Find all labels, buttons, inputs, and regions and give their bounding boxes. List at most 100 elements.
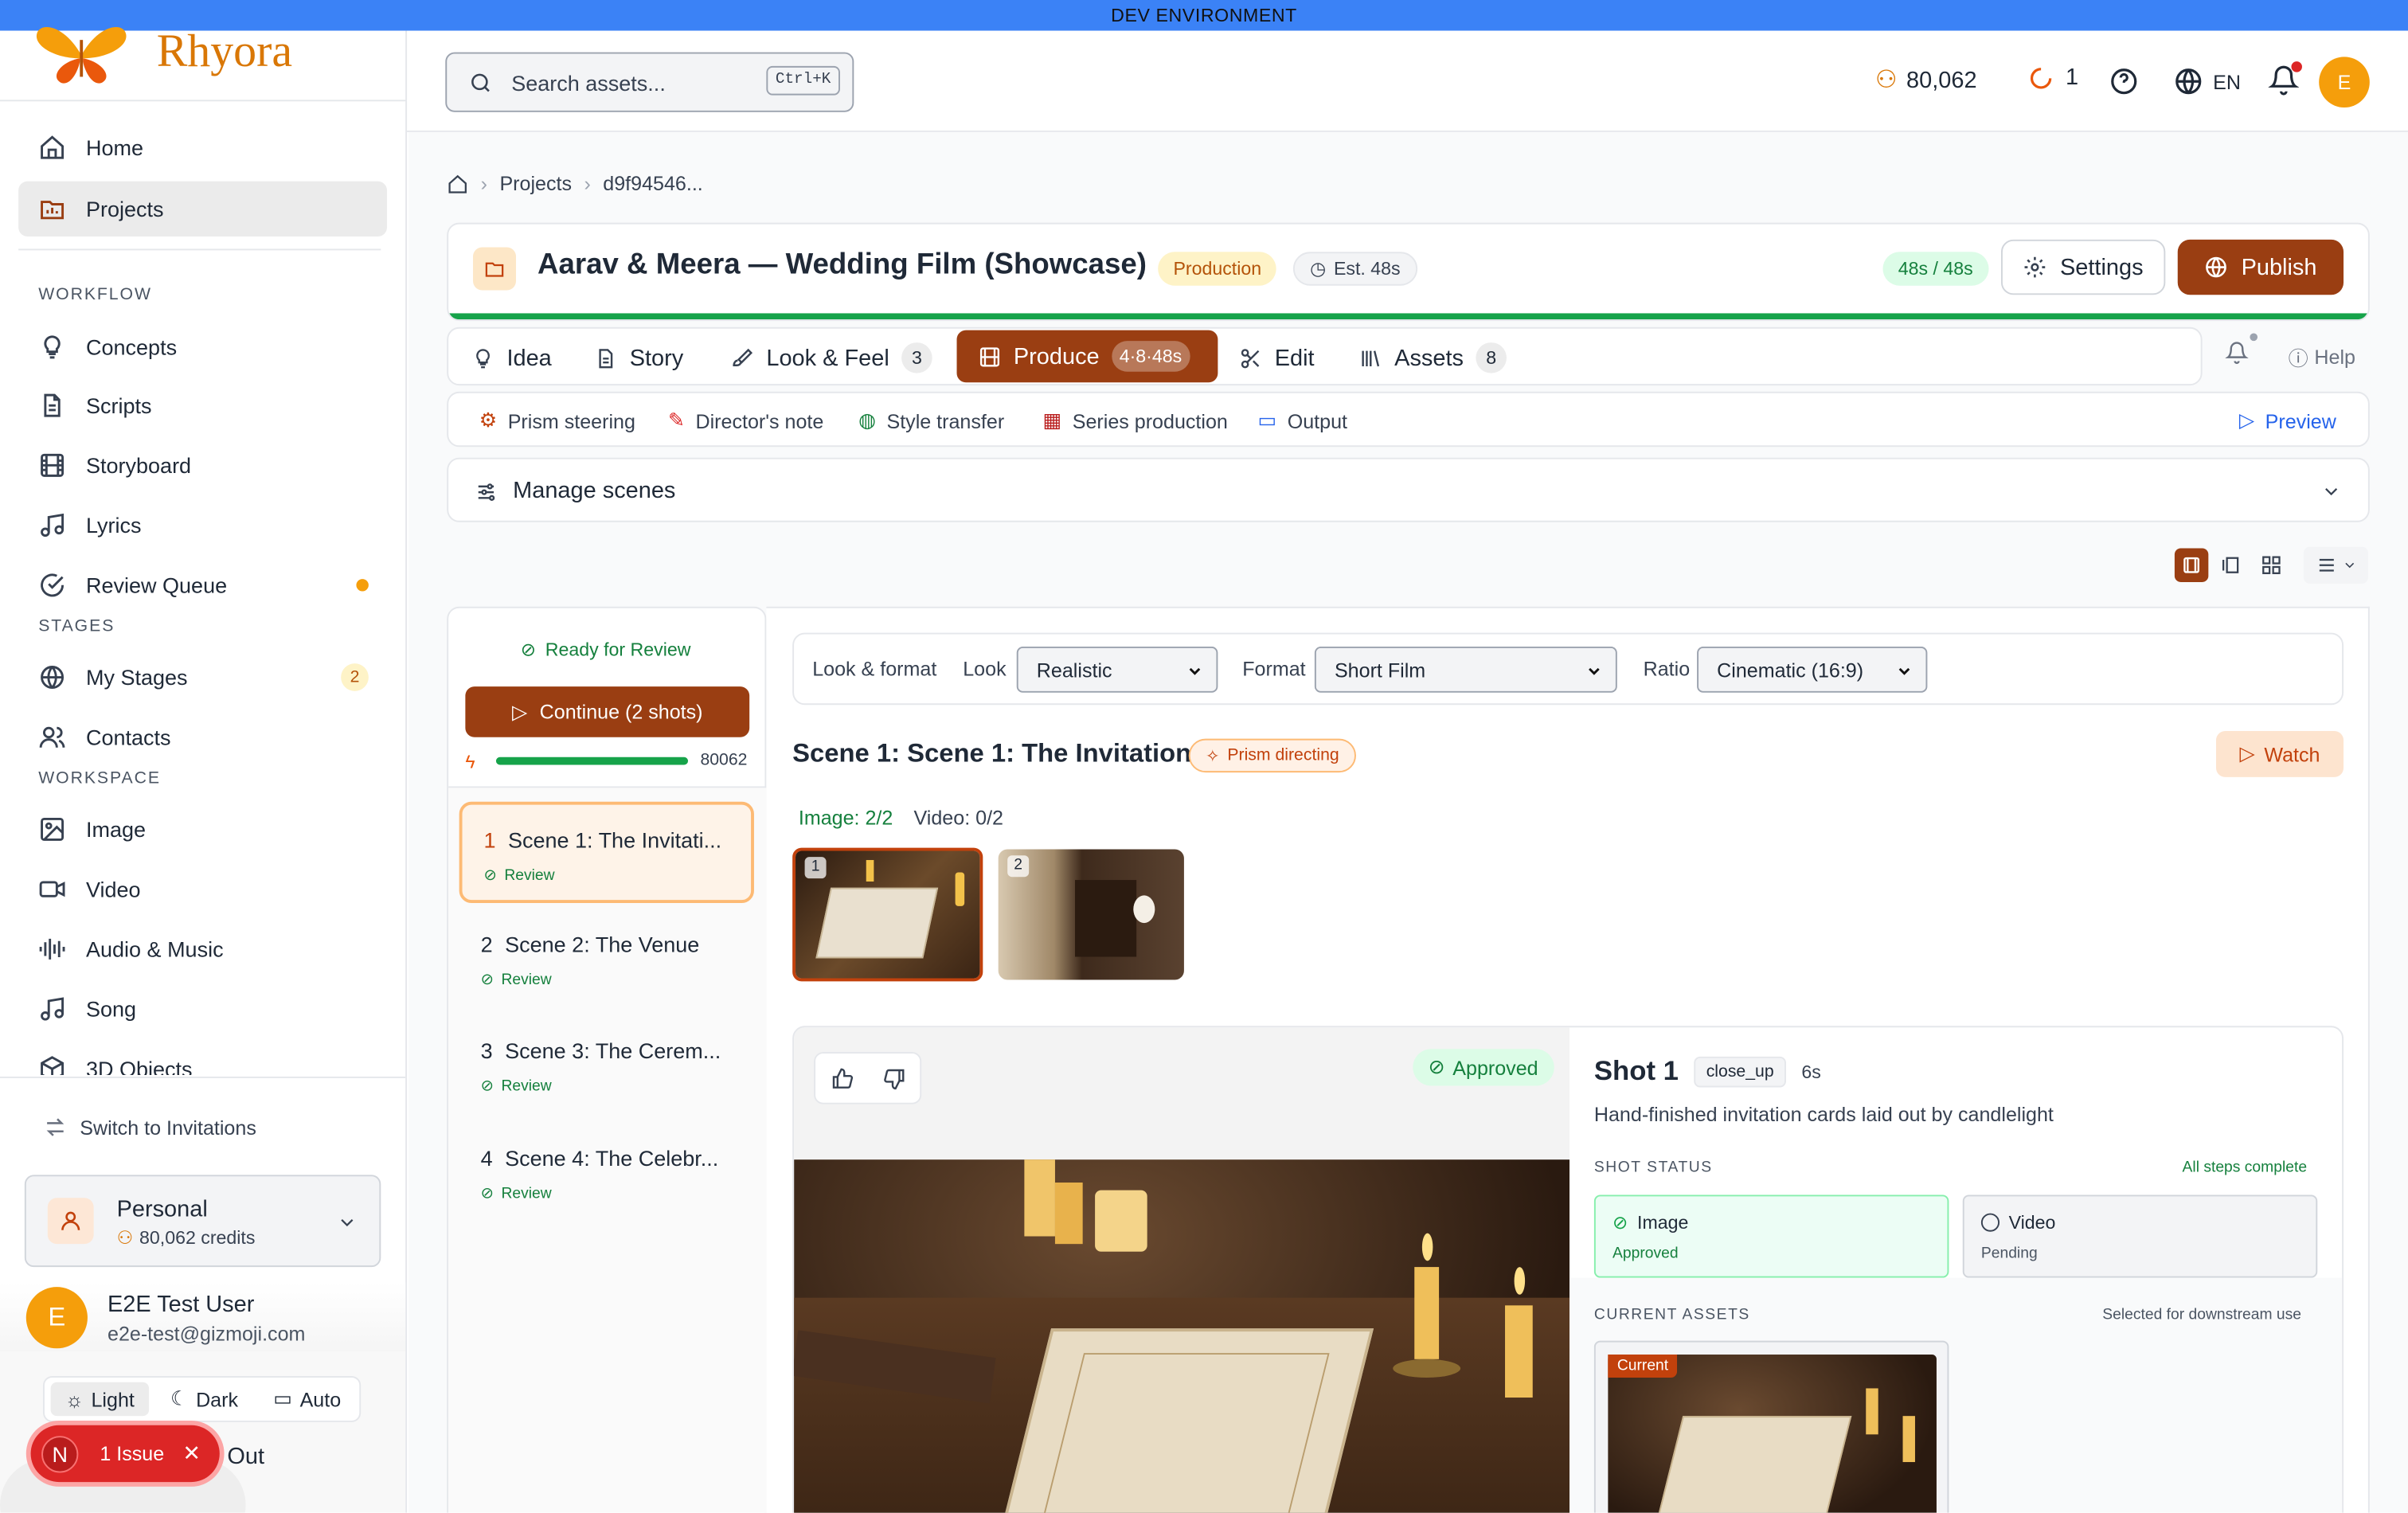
tab-look-feel[interactable]: Look & Feel 3	[731, 332, 932, 385]
clock-icon: ◷	[1310, 258, 1327, 280]
sidebar-item-video[interactable]: Video	[18, 862, 387, 917]
tab-edit[interactable]: Edit	[1239, 332, 1315, 385]
subtab-prism-steering[interactable]: ⚙ Prism steering	[479, 393, 635, 448]
shot-thumbnail-2[interactable]: 2	[998, 849, 1184, 980]
sparkle-icon: ✧	[1205, 747, 1220, 766]
sidebar-item-home[interactable]: Home	[18, 119, 387, 174]
credits-remaining: 80062	[700, 751, 748, 770]
tab-story[interactable]: Story	[594, 332, 683, 385]
play-icon: ▷	[511, 699, 528, 723]
cube-icon	[37, 1054, 68, 1076]
current-asset-thumbnail	[1608, 1355, 1937, 1513]
subtab-style-transfer[interactable]: ◍ Style transfer	[858, 393, 1004, 448]
sidebar-item-song[interactable]: Song	[18, 981, 387, 1036]
breadcrumb-projects[interactable]: Projects	[499, 172, 572, 195]
brand-logo[interactable]: Rhyora	[33, 25, 292, 86]
workspace-section-title: WORKSPACE	[38, 769, 161, 788]
sidebar-item-scripts[interactable]: Scripts	[18, 377, 387, 432]
shot-thumbnail-1[interactable]: 1	[792, 847, 983, 982]
issue-count: 1 Issue	[100, 1441, 165, 1465]
notifications-button[interactable]	[2268, 61, 2302, 96]
sidebar-item-3d-objects[interactable]: 3D Objects	[18, 1042, 387, 1076]
subtab-output[interactable]: ▭ Output	[1258, 393, 1347, 448]
subtab-directors-note[interactable]: ✎ Director's note	[668, 393, 823, 448]
account-switcher[interactable]: Personal ⚇ 80,062 credits	[24, 1175, 381, 1268]
scene-item-2[interactable]: 2 Scene 2: The Venue ⊘ Review	[459, 909, 754, 1011]
home-icon[interactable]	[447, 173, 468, 194]
sidebar-item-contacts[interactable]: Contacts	[18, 710, 387, 764]
carousel-view-icon[interactable]	[2214, 549, 2248, 582]
estimate-badge: ◷ Est. 48s	[1292, 252, 1417, 286]
close-icon[interactable]: ✕	[182, 1441, 201, 1467]
scene-item-1[interactable]: 1 Scene 1: The Invitati... ⊘ Review	[459, 801, 754, 904]
shot-title: Shot 1	[1593, 1054, 1679, 1086]
sidebar-item-review-queue[interactable]: Review Queue	[18, 557, 387, 612]
sidebar-item-label: Audio & Music	[86, 936, 224, 962]
scene-item-4[interactable]: 4 Scene 4: The Celebr... ⊘ Review	[459, 1123, 754, 1224]
sidebar-item-concepts[interactable]: Concepts	[18, 319, 387, 374]
sidebar-item-audio-music[interactable]: Audio & Music	[18, 921, 387, 976]
theme-dark-button[interactable]: ☾ Dark	[162, 1382, 248, 1416]
tab-idea[interactable]: Idea	[471, 332, 552, 385]
theme-light-button[interactable]: ☼ Light	[50, 1382, 150, 1417]
preview-link[interactable]: ▷ Preview	[2239, 393, 2336, 448]
watch-button[interactable]: ▷ Watch	[2215, 731, 2344, 777]
subtab-series-production[interactable]: ▦ Series production	[1043, 393, 1228, 448]
user-name: E2E Test User	[108, 1291, 255, 1318]
sign-out-label[interactable]: Out	[227, 1444, 264, 1470]
sidebar-item-label: Concepts	[86, 334, 178, 360]
filmstrip-view-icon[interactable]	[2174, 548, 2209, 582]
coins-icon: ⚇	[116, 1226, 134, 1249]
continue-button[interactable]: ▷ Continue (2 shots)	[465, 686, 750, 737]
account-credits: ⚇ 80,062 credits	[116, 1226, 256, 1249]
look-select[interactable]: Realistic	[1016, 646, 1218, 693]
search-input[interactable]: Search assets... Ctrl+K	[445, 52, 854, 112]
avatar[interactable]: E	[2319, 57, 2370, 108]
grid-view-icon[interactable]	[2254, 549, 2288, 582]
sidebar-item-my-stages[interactable]: My Stages 2	[18, 650, 387, 705]
user-icon	[47, 1198, 94, 1245]
scene-item-3[interactable]: 3 Scene 3: The Cerem... ⊘ Review	[459, 1015, 754, 1116]
sidebar-item-label: Projects	[86, 196, 164, 221]
video-status-card[interactable]: Video Pending	[1962, 1194, 2318, 1278]
format-select[interactable]: Short Film	[1314, 646, 1617, 693]
sun-icon: ☼	[64, 1387, 84, 1411]
sidebar-item-lyrics[interactable]: Lyrics	[18, 498, 387, 553]
language-selector[interactable]: EN	[2173, 66, 2241, 97]
help-link[interactable]: ⓘ Help	[2289, 342, 2355, 372]
globe-icon	[2206, 256, 2227, 278]
chevron-down-icon	[1189, 667, 1201, 675]
settings-button[interactable]: Settings	[2000, 239, 2166, 295]
tab-notifications-button[interactable]	[2225, 333, 2258, 365]
tab-assets[interactable]: Assets 8	[1359, 332, 1507, 385]
workflow-tabs: Idea Story Look & Feel 3 Produce 4·8·48s E…	[447, 326, 2203, 386]
projects-icon	[37, 194, 68, 225]
switch-to-invitations[interactable]: Switch to Invitations	[43, 1115, 256, 1140]
sidebar-item-projects[interactable]: Projects	[18, 181, 388, 237]
thumbs-down-icon[interactable]	[882, 1066, 905, 1089]
butterfly-logo-icon	[36, 26, 127, 84]
gear-icon	[2025, 256, 2046, 278]
sidebar-item-image[interactable]: Image	[18, 802, 387, 857]
image-status-card[interactable]: ⊘ Image Approved	[1593, 1194, 1949, 1278]
current-asset-card[interactable]: Current	[1593, 1340, 1949, 1513]
issues-indicator[interactable]: N 1 Issue ✕	[30, 1425, 220, 1483]
sidebar-item-storyboard[interactable]: Storyboard	[18, 438, 387, 493]
sidebar-item-label: My Stages	[86, 665, 188, 690]
ratio-select[interactable]: Cinematic (16:9)	[1697, 646, 1928, 693]
help-icon[interactable]	[2109, 66, 2140, 97]
shot-preview-image[interactable]	[794, 1159, 1570, 1513]
user-avatar[interactable]: E	[25, 1287, 88, 1349]
tab-produce[interactable]: Produce 4·8·48s	[956, 330, 1218, 383]
jobs-indicator[interactable]: 1	[2029, 65, 2078, 91]
publish-button[interactable]: Publish	[2177, 239, 2344, 295]
music-icon	[37, 510, 68, 541]
thumbs-up-icon[interactable]	[830, 1066, 853, 1089]
manage-scenes-toggle[interactable]: Manage scenes	[447, 457, 2370, 522]
view-options-button[interactable]	[2303, 546, 2368, 584]
theme-auto-button[interactable]: ▭ Auto	[260, 1382, 355, 1416]
brand-name: Rhyora	[156, 25, 293, 77]
chevron-down-icon	[341, 1218, 354, 1227]
credits-balance[interactable]: ⚇ 80,062	[1875, 65, 1977, 96]
chevron-down-icon	[2344, 562, 2354, 569]
